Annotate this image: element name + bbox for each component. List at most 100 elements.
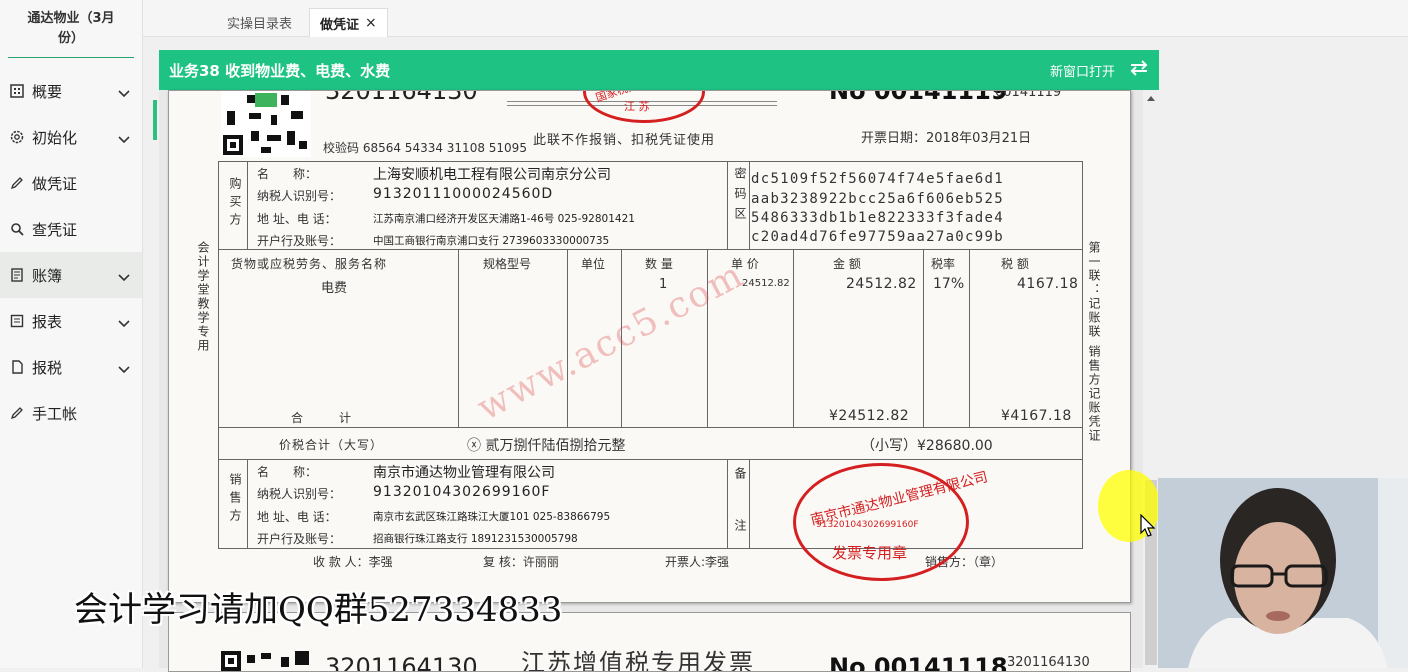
- grand-total-words: ⓧ 贰万捌仟陆佰捌拾元整: [467, 438, 626, 454]
- col-amount: 金 额: [833, 257, 861, 271]
- item-goods: 电费: [321, 281, 348, 296]
- buyer-addr: 江苏南京浦口经济开发区天浦路1-46号 025-92801421: [373, 213, 635, 225]
- sidebar-item-manual-ledger[interactable]: 手工帐: [0, 390, 142, 436]
- active-indicator: [153, 100, 157, 140]
- chevron-down-icon: [118, 84, 130, 102]
- company-name: 通达物业（3月份）: [8, 0, 134, 58]
- invoice-number-no: No 00141119: [829, 90, 1008, 105]
- invoice2-number-no: No 00141118: [829, 653, 1008, 672]
- sidebar-item-label: 做凭证: [32, 174, 78, 193]
- item-tax: 4167.18: [1017, 276, 1079, 292]
- invoice-image: 3201164130 江 苏 国家税务局监制 No 00141119 00141…: [168, 90, 1131, 603]
- remark-label: 备注: [733, 467, 747, 571]
- close-icon[interactable]: ×: [365, 15, 377, 31]
- col-rate: 税率: [931, 257, 956, 271]
- cipher-line: aab3238922bcc25a6f606eb525: [751, 191, 1004, 207]
- pen-icon: [8, 174, 26, 192]
- open-new-window-button[interactable]: 新窗口打开: [1050, 50, 1149, 90]
- tax-bureau-stamp: 江 苏 国家税务局监制: [583, 91, 705, 123]
- list-icon: [8, 312, 26, 330]
- tab-label: 实操目录表: [227, 17, 293, 32]
- pen-icon: [8, 404, 26, 422]
- panel-title: 业务38 收到物业费、电费、水费: [169, 61, 391, 80]
- seller-name: 南京市通达物业管理有限公司: [373, 465, 555, 481]
- sidebar-item-label: 报表: [32, 312, 63, 331]
- chevron-down-icon: [118, 314, 130, 332]
- seller-bank: 招商银行珠江路支行 1891231530005798: [373, 533, 578, 545]
- cipher-line: c20ad4d76fe97759aa27a0c99b: [751, 229, 1004, 245]
- col-tax: 税 额: [1001, 257, 1029, 271]
- qr-code: [221, 651, 309, 671]
- search-icon: [8, 220, 26, 238]
- seal-id-text: 91320104302699160F: [816, 520, 919, 530]
- sidebar-item-label: 账簿: [32, 266, 63, 285]
- invoice2-number-left: 3201164130: [325, 653, 478, 672]
- col-unit: 单位: [581, 257, 606, 271]
- cipher-label: 密码区: [733, 167, 747, 227]
- sidebar-item-overview[interactable]: 概要: [0, 68, 142, 114]
- chevron-down-icon: [118, 268, 130, 286]
- sidebar-item-ledger[interactable]: 账簿: [0, 252, 142, 298]
- sidebar-item-query-voucher[interactable]: 查凭证: [0, 206, 142, 252]
- tab-label: 做凭证: [320, 17, 360, 33]
- swap-icon: [1129, 60, 1149, 80]
- reviewer: 复 核：许丽丽: [483, 555, 559, 569]
- seller-tax-id: 91320104302699160F: [373, 484, 551, 500]
- company-seal: 南京市通达物业管理有限公司 91320104302699160F 发票专用章: [793, 463, 989, 581]
- stamp-province-text: 江 苏: [624, 100, 650, 113]
- right-side-text: 第一联：记账联 销售方记账凭证: [1087, 241, 1101, 443]
- scrollbar[interactable]: [1143, 90, 1159, 668]
- presenter-video: [1158, 478, 1408, 668]
- qr-code: [221, 91, 311, 157]
- webcam-overlay: [1158, 478, 1408, 668]
- invoice-number-left: 3201164130: [325, 90, 478, 105]
- checksum: 校验码 68564 54334 31108 51095: [323, 141, 527, 155]
- cipher-line: dc5109f52f56074f74e5fae6d1: [751, 171, 1004, 187]
- book-icon: [8, 266, 26, 284]
- total-tax: ¥4167.18: [1001, 408, 1072, 424]
- tab-make-voucher[interactable]: 做凭证 ×: [309, 8, 388, 37]
- col-spec: 规格型号: [483, 257, 532, 271]
- buyer-addr-label: 地 址、电 话：: [257, 212, 337, 226]
- col-goods: 货物或应税劳务、服务名称: [231, 257, 388, 271]
- seal-bottom-text: 发票专用章: [832, 544, 908, 562]
- grid-icon: [8, 82, 26, 100]
- sidebar-item-label: 手工帐: [32, 404, 78, 423]
- buyer-tax-label: 纳税人识别号：: [257, 189, 342, 203]
- panel-header: 业务38 收到物业费、电费、水费 新窗口打开: [159, 50, 1159, 90]
- subtitle-overlay: 会计学习请加QQ群527334833: [74, 590, 563, 630]
- tab-catalog[interactable]: 实操目录表: [217, 8, 302, 37]
- sidebar-item-reports[interactable]: 报表: [0, 298, 142, 344]
- scroll-up-icon[interactable]: [1147, 96, 1155, 101]
- buyer-name: 上海安顺机电工程有限公司南京分公司: [373, 167, 611, 183]
- col-qty: 数 量: [645, 257, 673, 271]
- grand-total-label: 价税合计（大写）: [279, 438, 384, 452]
- grand-total-small: （小写）¥28680.00: [861, 438, 993, 454]
- buyer-bank: 中国工商银行南京浦口支行 2739603330000735: [373, 235, 610, 247]
- issue-date: 开票日期：2018年03月21日: [861, 131, 1032, 146]
- seller-bank-label: 开户行及账号：: [257, 532, 342, 546]
- gear-icon: [8, 128, 26, 146]
- seller-label: 销售方: [228, 473, 242, 527]
- sidebar-item-init[interactable]: 初始化: [0, 114, 142, 160]
- sidebar-item-label: 查凭证: [32, 220, 78, 239]
- sidebar-item-label: 概要: [32, 82, 63, 101]
- buyer-name-label: 名 称：: [257, 167, 318, 181]
- item-rate: 17%: [933, 276, 965, 292]
- not-for-reimbursement: 此联不作报销、扣税凭证使用: [533, 133, 716, 148]
- left-side-text: 会计学堂教学专用: [196, 241, 210, 353]
- seller-addr-label: 地 址、电 话：: [257, 510, 337, 524]
- sidebar-item-label: 报税: [32, 358, 63, 377]
- sidebar: 通达物业（3月份） 概要 初始化 做凭证 查凭证 账簿 报表 报税 手工帐: [0, 0, 143, 668]
- sidebar-item-tax[interactable]: 报税: [0, 344, 142, 390]
- total-amount: ¥24512.82: [829, 408, 910, 424]
- drawer: 开票人:李强: [665, 555, 730, 569]
- chevron-down-icon: [118, 130, 130, 148]
- seller-addr: 南京市玄武区珠江路珠江大厦101 025-83866795: [373, 511, 611, 523]
- sidebar-item-make-voucher[interactable]: 做凭证: [0, 160, 142, 206]
- seller-name-label: 名 称：: [257, 465, 318, 479]
- tab-bar: 实操目录表 做凭证 ×: [143, 0, 1408, 37]
- chevron-down-icon: [118, 360, 130, 378]
- buyer-label: 购买方: [228, 177, 242, 231]
- item-amount: 24512.82: [846, 276, 917, 292]
